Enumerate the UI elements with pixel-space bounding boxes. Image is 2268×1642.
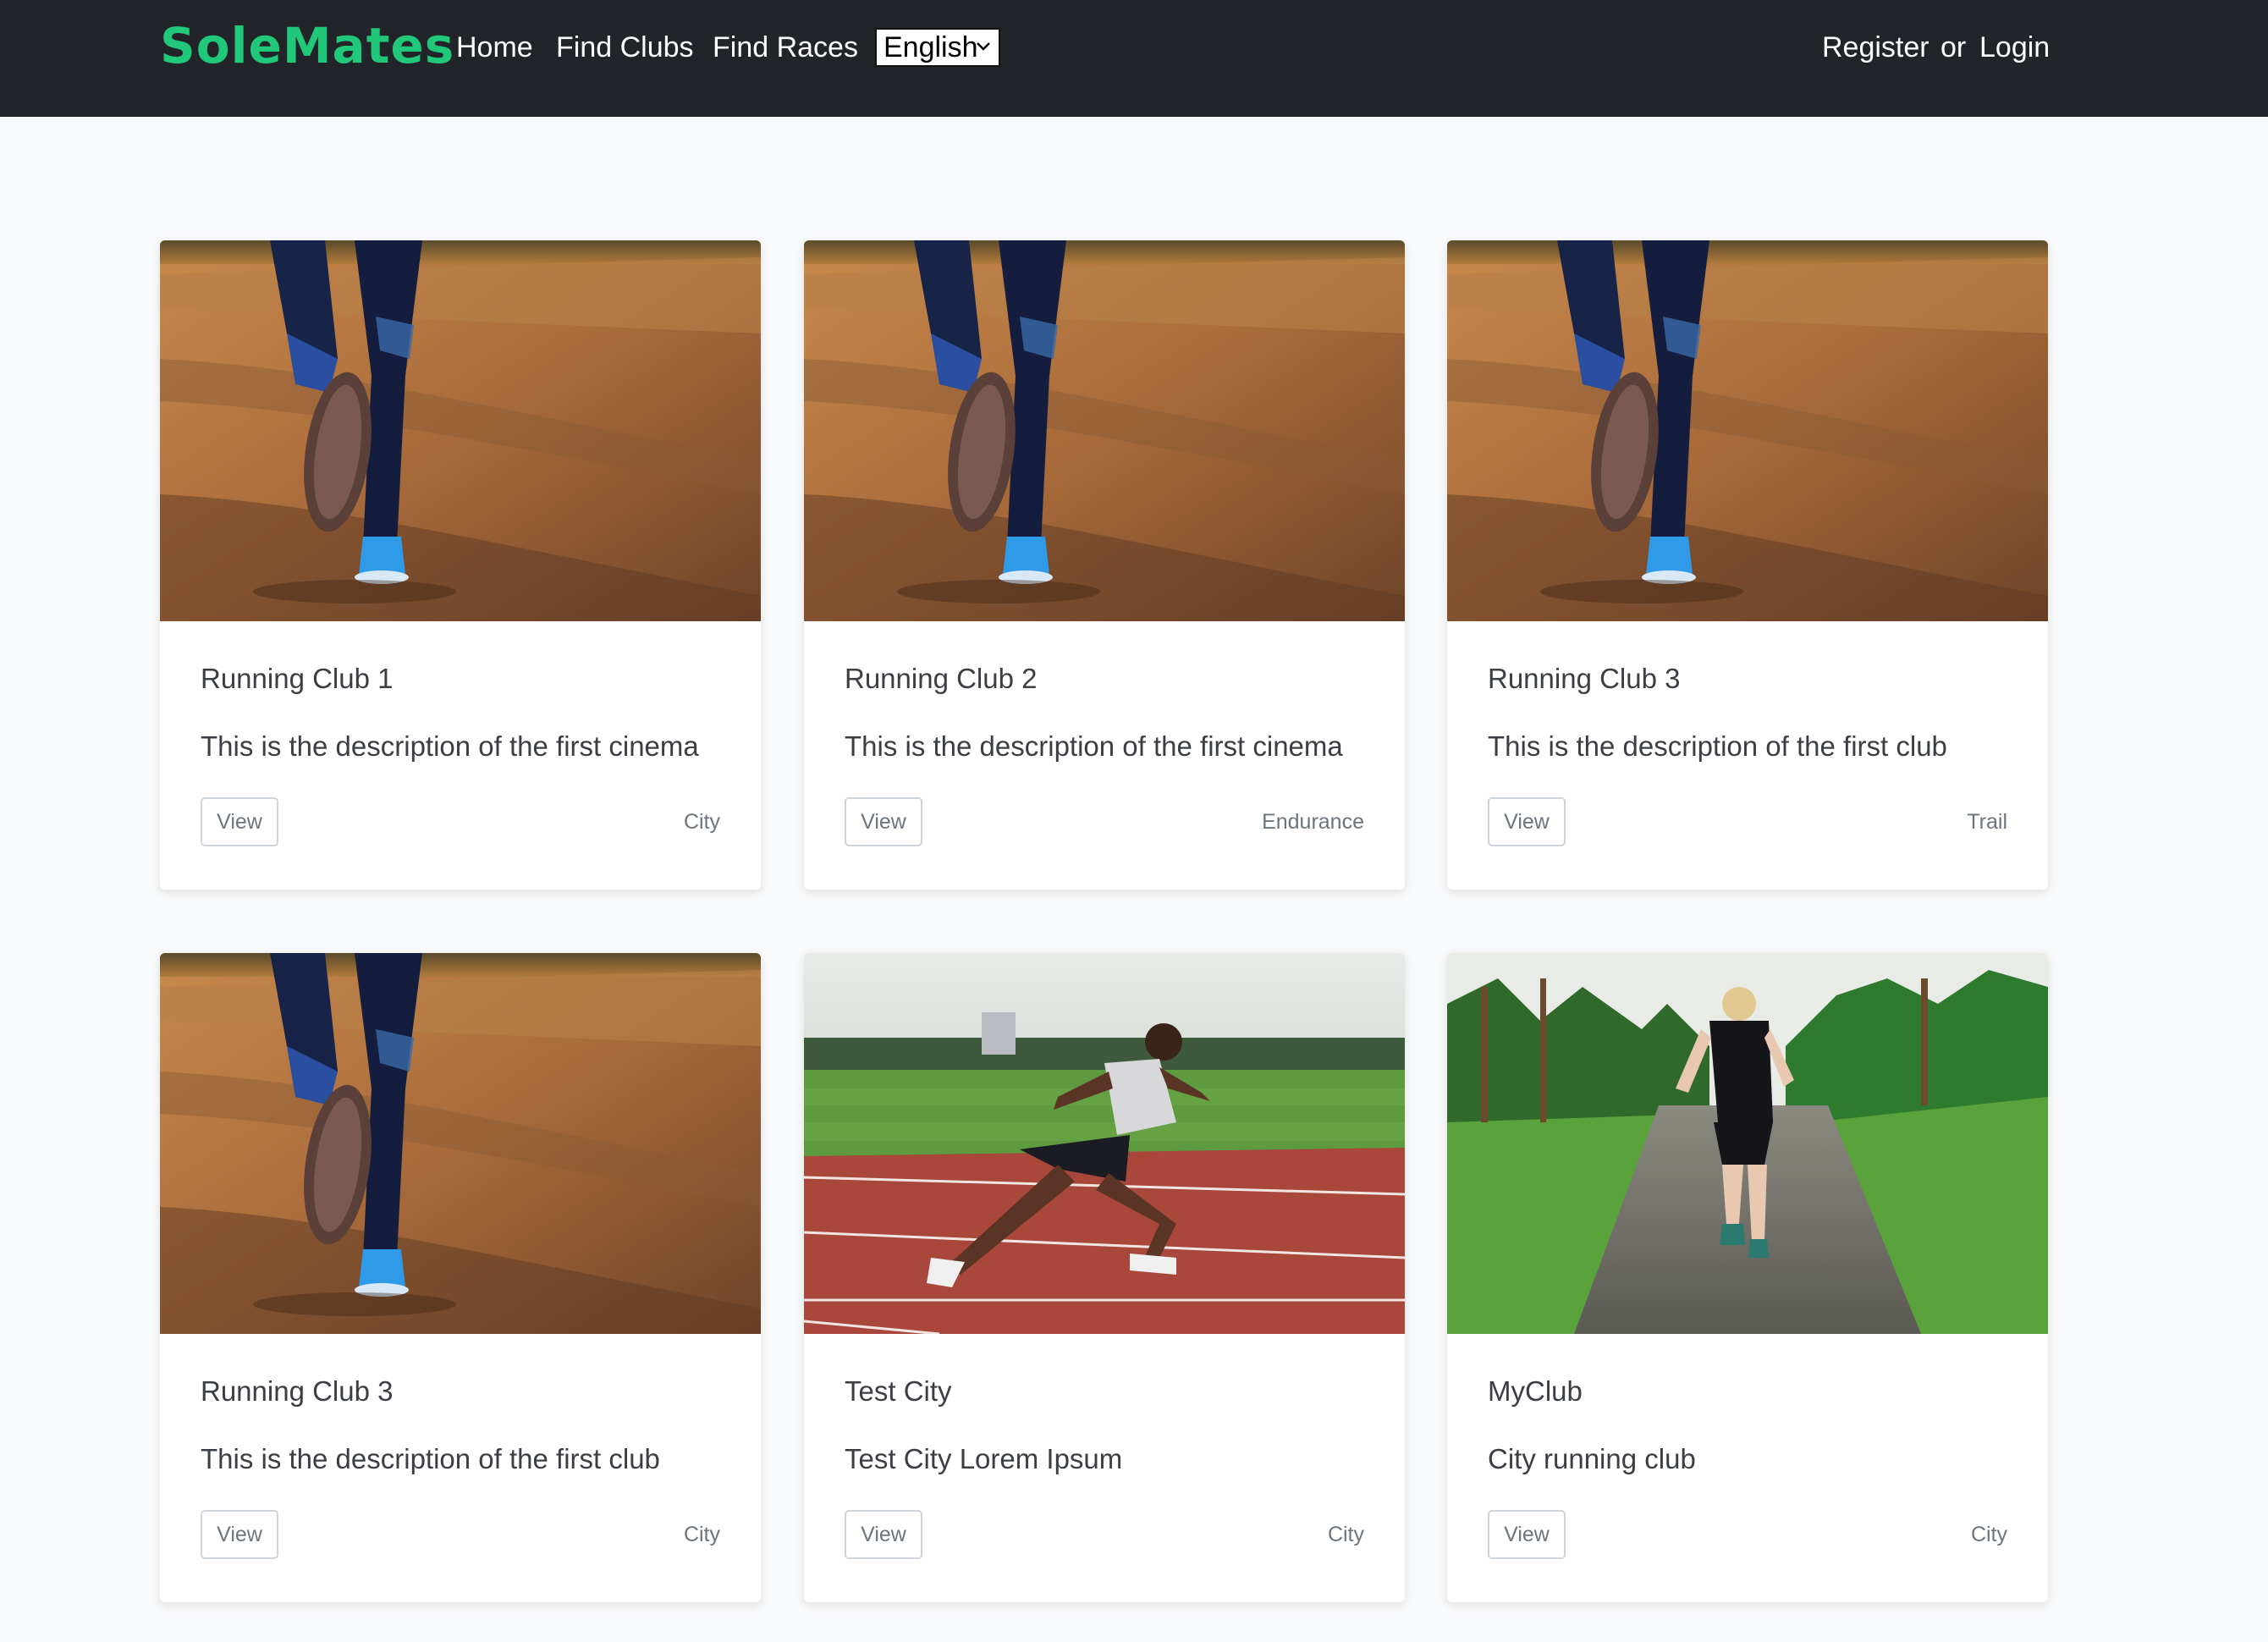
club-card: Test City Test City Lorem Ipsum View City [804,953,1405,1602]
club-card: Running Club 2 This is the description of… [804,240,1405,890]
auth-separator: or [1940,31,1967,63]
view-button[interactable]: View [845,1510,922,1559]
track-sprinter-image [804,953,1405,1334]
club-type-label: City [1327,1523,1364,1546]
login-link[interactable]: Login [1979,29,2050,66]
card-description: This is the description of the first cin… [845,730,1343,762]
nav-find-races-link[interactable]: Find Races [713,29,858,66]
chevron-down-icon [977,42,990,51]
card-title: Running Club 3 [201,1375,394,1407]
view-button[interactable]: View [201,797,278,846]
view-button[interactable]: View [201,1510,278,1559]
view-button[interactable]: View [1488,1510,1566,1559]
card-title: Test City [845,1375,952,1407]
card-description: City running club [1488,1443,1696,1474]
view-button[interactable]: View [1488,797,1566,846]
dirt-road-runner-image [804,240,1405,621]
dirt-road-runner-image [160,953,761,1334]
club-card: Running Club 3 This is the description of… [160,953,761,1602]
card-title: Running Club 1 [201,663,394,694]
club-type-label: Trail [1967,810,2007,834]
nav-home-link[interactable]: Home [456,29,533,66]
club-card: Running Club 1 This is the description of… [160,240,761,890]
club-type-label: Endurance [1262,810,1364,834]
card-title: MyClub [1488,1375,1583,1407]
card-title: Running Club 2 [845,663,1038,694]
register-link[interactable]: Register [1822,29,1929,66]
card-title: Running Club 3 [1488,663,1681,694]
card-description: Test City Lorem Ipsum [845,1443,1123,1474]
club-type-label: City [683,810,720,834]
language-select[interactable]: English [875,28,1000,67]
card-description: This is the description of the first cin… [201,730,699,762]
nav-find-clubs-link[interactable]: Find Clubs [556,29,694,66]
club-card: MyClub City running club View City [1447,953,2048,1602]
dirt-road-runner-image [160,240,761,621]
brand-logo[interactable]: SoleMates [160,15,454,76]
language-select-value: English [884,30,978,63]
navbar: SoleMates Home Find Clubs Find Races Eng… [0,0,2268,117]
card-description: This is the description of the first clu… [201,1443,660,1474]
card-description: This is the description of the first clu… [1488,730,1947,762]
view-button[interactable]: View [845,797,922,846]
forest-path-runner-image [1447,953,2048,1334]
club-type-label: City [683,1523,720,1546]
club-card: Running Club 3 This is the description of… [1447,240,2048,890]
dirt-road-runner-image [1447,240,2048,621]
club-type-label: City [1970,1523,2007,1546]
